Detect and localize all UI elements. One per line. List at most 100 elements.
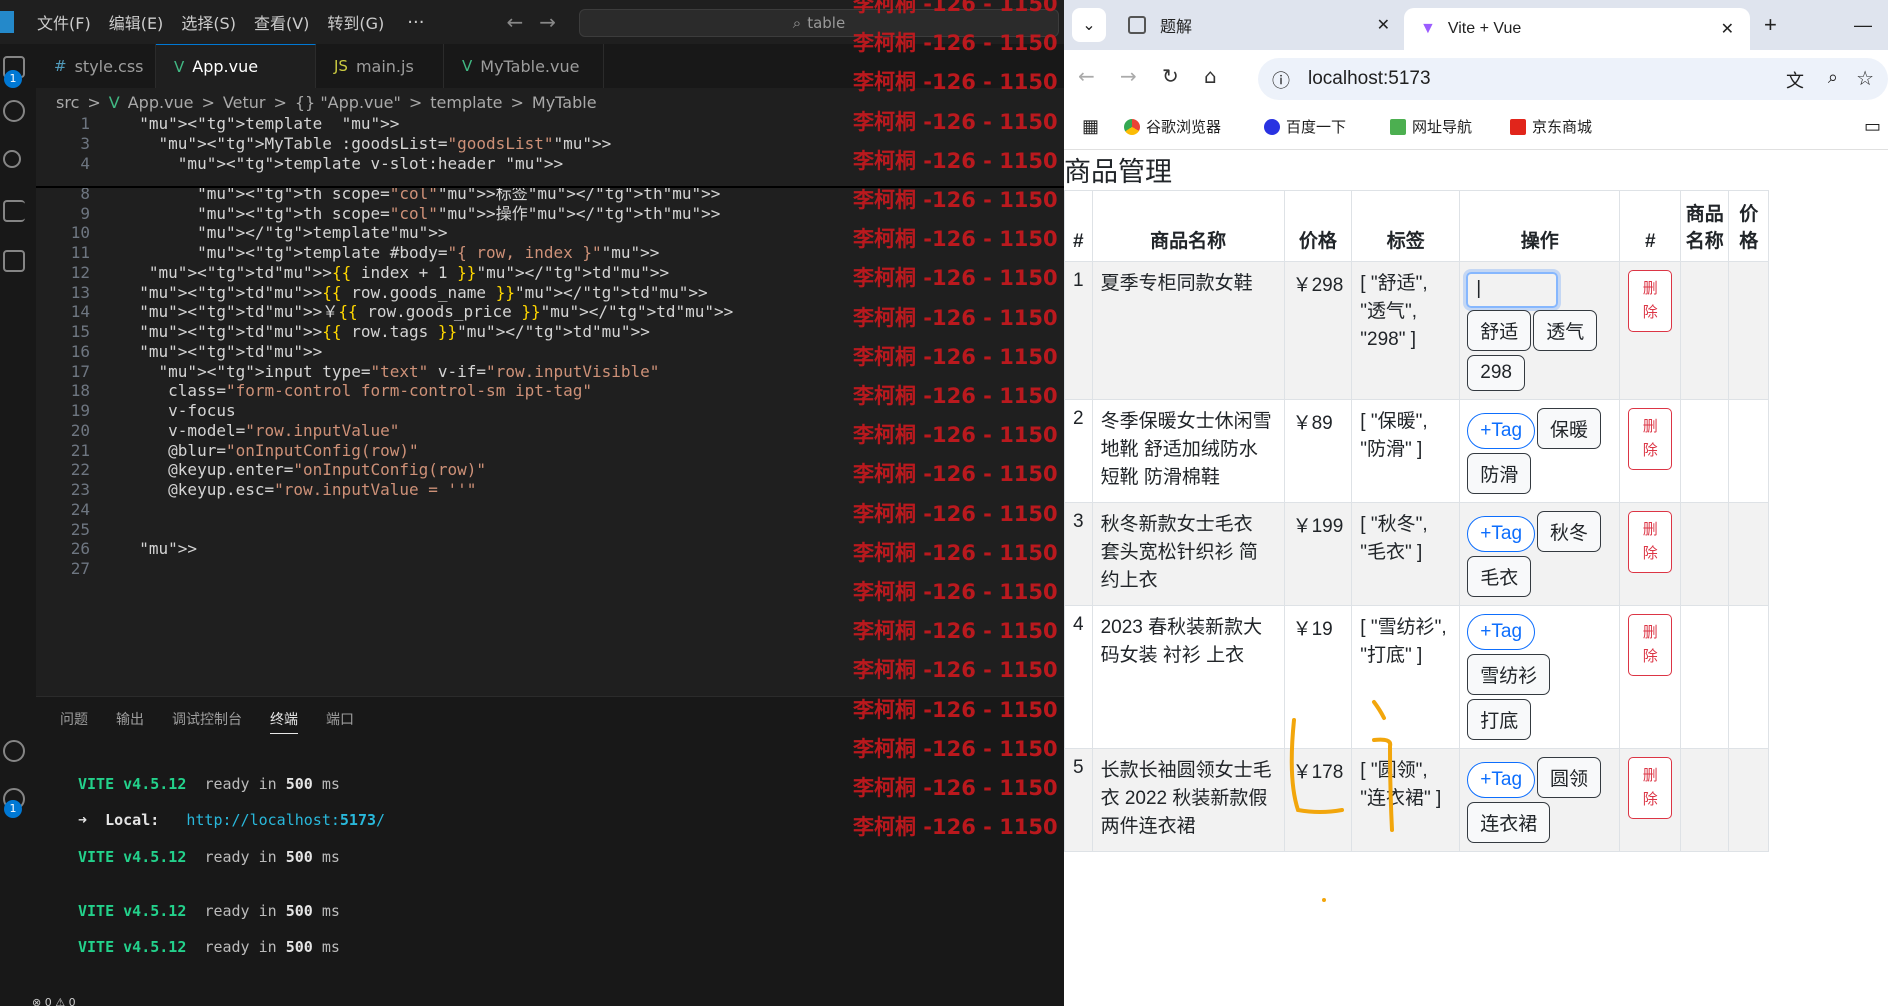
bookmark-jd[interactable]: 京东商城 (1510, 116, 1592, 137)
extensions-icon[interactable] (3, 250, 25, 272)
tab-label: MyTable.vue (480, 56, 580, 76)
column-header: 商品名称 (1091, 190, 1285, 262)
local-url-link[interactable]: http://localhost:5173/ (186, 811, 385, 829)
tag-actions: +Tag 秋冬毛衣 (1459, 502, 1621, 606)
breadcrumb-item[interactable]: src (56, 93, 79, 112)
site-info-icon[interactable]: ⓘ (1272, 67, 1290, 93)
tag-button[interactable]: 连衣裙 (1467, 802, 1551, 843)
bookmark-baidu[interactable]: 百度一下 (1264, 116, 1346, 137)
source-control-icon[interactable] (3, 150, 21, 168)
delete-button[interactable]: 删除 (1628, 757, 1673, 819)
back-icon[interactable]: ← (1078, 64, 1095, 88)
goods-name: 夏季专柜同款女鞋 (1091, 261, 1285, 400)
chevron-right-icon: > (201, 92, 215, 112)
more-menu-icon[interactable]: ··· (393, 12, 438, 33)
empty-cell (1680, 261, 1730, 400)
breadcrumb-item[interactable]: MyTable (532, 93, 597, 112)
breadcrumb-item[interactable]: {} "App.vue" (295, 93, 401, 112)
translate-icon[interactable]: 文 (1786, 67, 1804, 93)
tab-search-dropdown-icon[interactable]: ⌄ (1072, 8, 1106, 42)
address-bar[interactable]: ⓘ localhost:5173 文 ⌕ ☆ (1258, 58, 1888, 100)
tag-button[interactable]: 保暖 (1537, 408, 1602, 449)
delete-button[interactable]: 删除 (1628, 614, 1673, 676)
apps-grid-icon[interactable]: ▦ (1082, 116, 1099, 137)
back-arrow-icon[interactable]: ← (498, 10, 531, 34)
bookmark-hao[interactable]: 网址导航 (1390, 116, 1472, 137)
new-tag-input[interactable]: | (1466, 272, 1559, 308)
chevron-right-icon: > (510, 92, 524, 112)
tab-app-vue[interactable]: V App.vue (156, 44, 316, 88)
add-tag-button[interactable]: +Tag (1467, 413, 1536, 449)
delete-button[interactable]: 删除 (1628, 511, 1673, 573)
close-tab-icon[interactable]: ✕ (1377, 15, 1390, 35)
close-tab-icon[interactable]: ✕ (1721, 19, 1734, 39)
tab-mytable-vue[interactable]: V MyTable.vue (444, 44, 604, 88)
menu-selection[interactable]: 选择(S) (172, 10, 245, 34)
folder-icon[interactable]: ▭ (1864, 116, 1881, 137)
bookmark-chrome[interactable]: 谷歌浏览器 (1124, 116, 1221, 137)
vue-icon: V (174, 57, 185, 76)
minimize-window-icon[interactable]: — (1854, 8, 1872, 42)
tag-button[interactable]: 毛衣 (1467, 556, 1532, 597)
browser-tab-tijie[interactable]: 题解 ✕ (1120, 8, 1400, 42)
delete-button[interactable]: 删除 (1628, 408, 1673, 470)
watermark-text: 李柯桐 -126 - 1150 (853, 423, 1058, 448)
reload-icon[interactable]: ↻ (1162, 64, 1179, 88)
page-favicon-icon (1128, 16, 1146, 34)
empty-cell (1728, 605, 1770, 749)
panel-tab-output[interactable]: 输出 (116, 709, 144, 734)
panel-tab-debug-console[interactable]: 调试控制台 (172, 709, 242, 734)
code-text: v-focus (120, 401, 236, 420)
breadcrumb-item[interactable]: Vetur (223, 93, 266, 112)
new-tab-button[interactable]: + (1764, 8, 1777, 42)
add-tag-button[interactable]: +Tag (1467, 762, 1536, 798)
tab-main-js[interactable]: JS main.js (316, 44, 444, 88)
table-row: 1 夏季专柜同款女鞋 ￥298[ "舒适", "透气", "298" ] |舒适 透气2… (1064, 261, 1770, 400)
terminal-line: VITE v4.5.12 ready in 500 ms (78, 902, 340, 920)
search-view-icon[interactable] (3, 100, 25, 122)
delete-button[interactable]: 删除 (1628, 270, 1673, 332)
browser-toolbar: ← → ↻ ⌂ ⓘ localhost:5173 文 ⌕ ☆ (1064, 50, 1888, 108)
column-header: # (1064, 190, 1093, 262)
zoom-icon[interactable]: ⌕ (1828, 67, 1838, 88)
breadcrumb-item[interactable]: App.vue (128, 93, 194, 112)
code-text: "mu">> (139, 539, 198, 559)
menu-file[interactable]: 文件(F) (28, 10, 100, 34)
panel-tab-terminal[interactable]: 终端 (270, 709, 298, 734)
ready-text: ready in (204, 902, 277, 920)
tab-style-css[interactable]: # style.css (36, 44, 156, 88)
browser-tab-vite-vue[interactable]: ▼ Vite + Vue ✕ (1404, 8, 1750, 50)
home-icon[interactable]: ⌂ (1204, 64, 1217, 88)
tag-button[interactable]: 雪纺衫 (1467, 654, 1551, 695)
panel-tab-ports[interactable]: 端口 (326, 709, 354, 734)
line-number: 4 (80, 154, 90, 173)
status-bar[interactable]: ⊗ 0 ⚠ 0 (0, 996, 1064, 1006)
bookmark-star-icon[interactable]: ☆ (1856, 66, 1874, 91)
jd-icon (1510, 118, 1526, 135)
ready-ms: 500 (285, 902, 313, 920)
browser-tab-strip: ⌄ 题解 ✕ ▼ Vite + Vue ✕ + — (1064, 0, 1888, 50)
code-text: "mu"></"tg">template"mu">> (197, 223, 448, 243)
ready-text: ready in (204, 775, 277, 793)
tag-button[interactable]: 透气 (1533, 310, 1598, 351)
watermark-text: 李柯桐 -126 - 1150 (853, 305, 1058, 330)
explorer-badge: 1 (4, 70, 22, 88)
add-tag-button[interactable]: +Tag (1467, 614, 1536, 650)
run-debug-icon[interactable] (3, 200, 25, 222)
tag-button[interactable]: 舒适 (1467, 310, 1532, 351)
tag-button[interactable]: 圆领 (1537, 757, 1602, 798)
menu-edit[interactable]: 编辑(E) (100, 10, 173, 34)
forward-icon[interactable]: → (1120, 64, 1137, 88)
code-text: @keyup.esc="row.inputValue = ''" (120, 480, 477, 499)
tag-button[interactable]: 298 (1467, 355, 1525, 391)
add-tag-button[interactable]: +Tag (1467, 516, 1536, 552)
panel-tab-problems[interactable]: 问题 (60, 709, 88, 734)
breadcrumb-item[interactable]: template (430, 93, 502, 112)
tag-button[interactable]: 秋冬 (1537, 511, 1602, 552)
menu-view[interactable]: 查看(V) (245, 10, 318, 34)
tag-button[interactable]: 防滑 (1467, 453, 1532, 494)
tag-button[interactable]: 打底 (1467, 699, 1532, 740)
menu-goto[interactable]: 转到(G) (318, 10, 393, 34)
forward-arrow-icon[interactable]: → (531, 10, 564, 34)
account-icon[interactable] (3, 740, 25, 762)
